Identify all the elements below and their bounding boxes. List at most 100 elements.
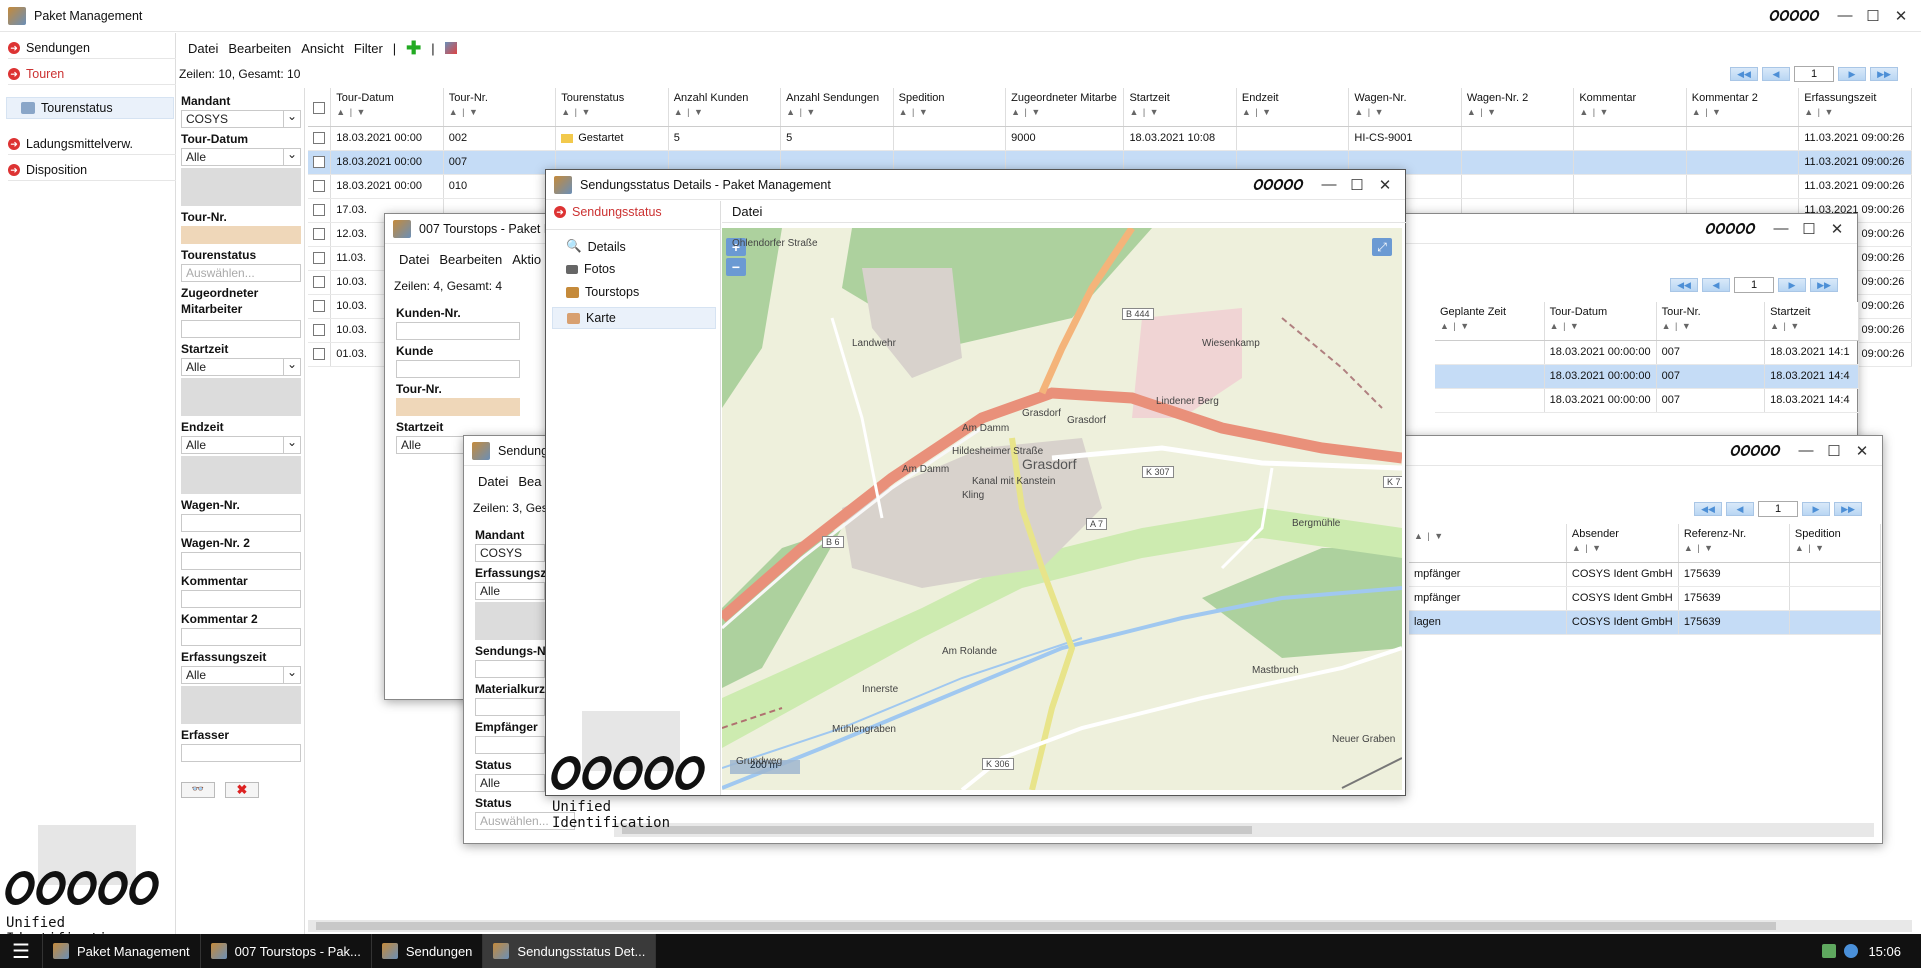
column-header[interactable]: Startzeit ▲ | ▼ <box>1123 88 1237 127</box>
sort-icon[interactable]: ▲ | ▼ <box>1242 107 1343 117</box>
details-nav-details[interactable]: 🔍 Details <box>566 239 626 254</box>
taskbar-item-sendungen[interactable]: Sendungen <box>372 934 484 968</box>
maximize-icon[interactable]: ☐ <box>1343 176 1371 194</box>
clear-filter-button[interactable]: ✖ <box>225 782 259 798</box>
menu-bearbeiten[interactable]: Bea <box>518 474 541 489</box>
column-header[interactable]: Spedition ▲ | ▼ <box>1789 524 1882 563</box>
start-menu-button[interactable]: ☰ <box>0 934 43 968</box>
taskbar-item-sendungsstatus-details[interactable]: Sendungsstatus Det... <box>483 934 657 968</box>
sort-icon[interactable]: ▲ | ▼ <box>1770 321 1853 331</box>
sort-icon[interactable]: ▲ | ▼ <box>1467 107 1568 117</box>
sd-erfassungsz-range[interactable] <box>475 602 545 640</box>
ts-kundennr-input[interactable] <box>396 322 520 340</box>
sort-icon[interactable]: ▲ | ▼ <box>1684 543 1784 553</box>
menu-aktionen[interactable]: Aktio <box>512 252 541 267</box>
column-header[interactable]: Tour-Datum ▲ | ▼ <box>1544 302 1657 341</box>
menu-ansicht[interactable]: Ansicht <box>301 41 344 56</box>
filter-erfasser-input[interactable] <box>181 744 301 762</box>
filter-wagennr-input[interactable] <box>181 514 301 532</box>
sort-icon[interactable]: ▲ | ▼ <box>1354 107 1455 117</box>
add-icon[interactable]: ✚ <box>406 38 421 59</box>
main-horizontal-scrollbar[interactable] <box>308 920 1912 932</box>
sidebar-item-touren[interactable]: ➜ Touren <box>8 63 176 85</box>
menu-bearbeiten[interactable]: Bearbeiten <box>228 41 291 56</box>
table-row[interactable]: 18.03.2021 00:00 002 Gestartet 5 5 9000 18.03.… <box>308 126 1912 151</box>
search-button[interactable]: 👓 <box>181 782 215 798</box>
details-nav-tourstops[interactable]: Tourstops <box>566 285 639 299</box>
minimize-icon[interactable]: — <box>1792 442 1820 459</box>
sort-icon[interactable]: ▲ | ▼ <box>561 107 662 117</box>
last-page-button[interactable]: ▶▶ <box>1810 278 1838 292</box>
menu-datei[interactable]: Datei <box>732 204 762 219</box>
row-checkbox[interactable] <box>308 222 332 247</box>
filter-tourdatum-range[interactable] <box>181 168 301 206</box>
sort-icon[interactable]: ▲ | ▼ <box>1579 107 1680 117</box>
sidebar-item-ladungsmittelverw[interactable]: ➜ Ladungsmittelverw. <box>8 133 176 155</box>
prev-page-button[interactable]: ◀ <box>1702 278 1730 292</box>
sort-icon[interactable]: ▲ | ▼ <box>336 107 437 117</box>
sort-icon[interactable]: ▲ | ▼ <box>1550 321 1651 331</box>
export-icon[interactable] <box>444 42 457 54</box>
select-all-checkbox[interactable] <box>308 88 332 127</box>
prev-page-button[interactable]: ◀ <box>1726 502 1754 516</box>
first-page-button[interactable]: ◀◀ <box>1694 502 1722 516</box>
column-header[interactable]: Referenz-Nr. ▲ | ▼ <box>1678 524 1790 563</box>
column-header[interactable]: Zugeordneter Mitarbe ▲ | ▼ <box>1005 88 1125 127</box>
table-row[interactable]: 18.03.2021 00:00:00 007 18.03.2021 14:4 <box>1435 388 1859 413</box>
filter-tourdatum-select[interactable]: Alle <box>181 148 301 166</box>
column-header[interactable]: Absender ▲ | ▼ <box>1566 524 1679 563</box>
sidebar-item-tourenstatus[interactable]: Tourenstatus <box>6 97 174 119</box>
column-header[interactable]: Tour-Nr. ▲ | ▼ <box>443 88 557 127</box>
close-icon[interactable]: ✕ <box>1887 7 1915 25</box>
table-row[interactable]: mpfänger COSYS Ident GmbH 175639 <box>1409 586 1882 611</box>
column-header[interactable]: ▲ | ▼ <box>1409 524 1567 563</box>
sort-icon[interactable]: ▲ | ▼ <box>1662 321 1759 331</box>
sd-sendungsnr-input[interactable] <box>475 660 545 678</box>
sort-icon[interactable]: ▲ | ▼ <box>1129 107 1230 117</box>
column-header[interactable]: Startzeit ▲ | ▼ <box>1764 302 1859 341</box>
row-checkbox[interactable] <box>308 294 332 319</box>
sort-icon[interactable]: ▲ | ▼ <box>449 107 550 117</box>
menu-datei[interactable]: Datei <box>399 252 429 267</box>
filter-wagennr2-input[interactable] <box>181 552 301 570</box>
row-checkbox[interactable] <box>308 150 332 175</box>
fullscreen-icon[interactable]: ⤢ <box>1372 238 1392 256</box>
sort-icon[interactable]: ▲ | ▼ <box>899 107 1000 117</box>
column-header[interactable]: Anzahl Sendungen ▲ | ▼ <box>780 88 894 127</box>
filter-kommentar2-input[interactable] <box>181 628 301 646</box>
ts-kunde-input[interactable] <box>396 360 520 378</box>
column-header[interactable]: Spedition ▲ | ▼ <box>893 88 1007 127</box>
row-checkbox[interactable] <box>308 246 332 271</box>
column-header[interactable]: Tour-Datum ▲ | ▼ <box>330 88 444 127</box>
sd-empfaenger-input[interactable] <box>475 736 545 754</box>
row-checkbox[interactable] <box>308 342 332 367</box>
next-page-button[interactable]: ▶ <box>1802 502 1830 516</box>
sort-icon[interactable]: ▲ | ▼ <box>1011 107 1118 117</box>
zoom-out-button[interactable]: − <box>726 258 746 276</box>
menu-datei[interactable]: Datei <box>188 41 218 56</box>
filter-tournr-input[interactable] <box>181 226 301 244</box>
row-checkbox[interactable] <box>308 270 332 295</box>
prev-page-button[interactable]: ◀ <box>1762 67 1790 81</box>
menu-bearbeiten[interactable]: Bearbeiten <box>439 252 502 267</box>
filter-endzeit-range[interactable] <box>181 456 301 494</box>
first-page-button[interactable]: ◀◀ <box>1670 278 1698 292</box>
menu-filter[interactable]: Filter <box>354 41 383 56</box>
next-page-button[interactable]: ▶ <box>1838 67 1866 81</box>
page-number-input[interactable]: 1 <box>1794 66 1834 82</box>
details-nav-fotos[interactable]: Fotos <box>566 262 615 276</box>
column-header[interactable]: Tour-Nr. ▲ | ▼ <box>1656 302 1766 341</box>
sendungen-horizontal-scrollbar[interactable] <box>614 823 1874 837</box>
filter-startzeit-range[interactable] <box>181 378 301 416</box>
close-icon[interactable]: ✕ <box>1371 176 1399 194</box>
sd-erfassungsz-select[interactable]: Alle <box>475 582 545 600</box>
minimize-icon[interactable]: — <box>1831 7 1859 24</box>
sd-mandant-select[interactable]: COSYS <box>475 544 545 562</box>
column-header[interactable]: Erfassungszeit ▲ | ▼ <box>1798 88 1912 127</box>
last-page-button[interactable]: ▶▶ <box>1870 67 1898 81</box>
column-header[interactable]: Kommentar 2 ▲ | ▼ <box>1686 88 1800 127</box>
maximize-icon[interactable]: ☐ <box>1820 442 1848 460</box>
first-page-button[interactable]: ◀◀ <box>1730 67 1758 81</box>
menu-datei[interactable]: Datei <box>478 474 508 489</box>
sidebar-item-sendungen[interactable]: ➜ Sendungen <box>8 37 176 59</box>
